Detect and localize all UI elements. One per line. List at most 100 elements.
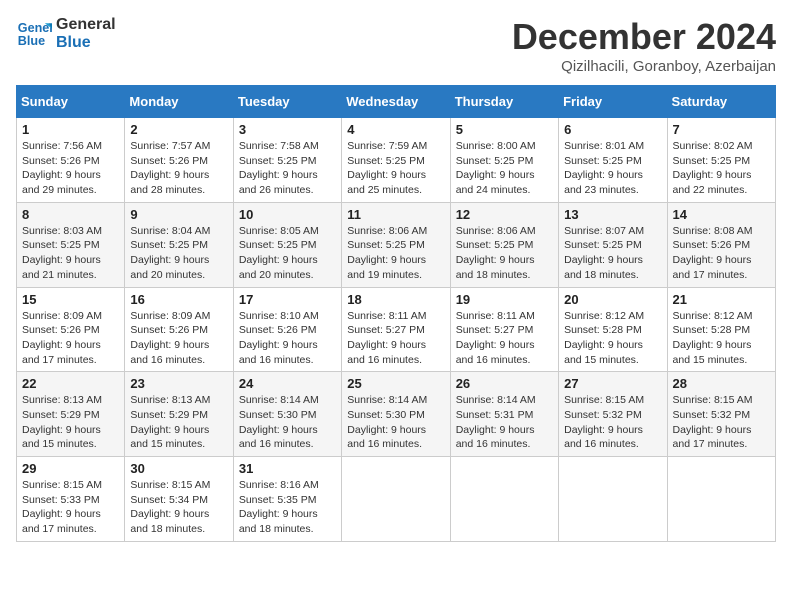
day-number: 12 [456, 207, 553, 222]
day-info: Sunrise: 8:10 AM Sunset: 5:26 PM Dayligh… [239, 309, 336, 368]
calendar-header-row: SundayMondayTuesdayWednesdayThursdayFrid… [17, 86, 776, 118]
day-info: Sunrise: 8:04 AM Sunset: 5:25 PM Dayligh… [130, 224, 227, 283]
day-number: 18 [347, 292, 444, 307]
day-cell: 30 Sunrise: 8:15 AM Sunset: 5:34 PM Dayl… [125, 457, 233, 542]
day-info: Sunrise: 8:14 AM Sunset: 5:31 PM Dayligh… [456, 393, 553, 452]
day-cell: 22 Sunrise: 8:13 AM Sunset: 5:29 PM Dayl… [17, 372, 125, 457]
day-cell: 4 Sunrise: 7:59 AM Sunset: 5:25 PM Dayli… [342, 118, 450, 203]
day-info: Sunrise: 8:06 AM Sunset: 5:25 PM Dayligh… [456, 224, 553, 283]
calendar-week-row: 29 Sunrise: 8:15 AM Sunset: 5:33 PM Dayl… [17, 457, 776, 542]
logo: General Blue General Blue [16, 16, 116, 52]
calendar-week-row: 1 Sunrise: 7:56 AM Sunset: 5:26 PM Dayli… [17, 118, 776, 203]
day-info: Sunrise: 8:16 AM Sunset: 5:35 PM Dayligh… [239, 478, 336, 537]
day-number: 1 [22, 122, 119, 137]
day-cell: 23 Sunrise: 8:13 AM Sunset: 5:29 PM Dayl… [125, 372, 233, 457]
day-info: Sunrise: 8:12 AM Sunset: 5:28 PM Dayligh… [564, 309, 661, 368]
day-info: Sunrise: 8:14 AM Sunset: 5:30 PM Dayligh… [239, 393, 336, 452]
empty-cell [450, 457, 558, 542]
day-cell: 9 Sunrise: 8:04 AM Sunset: 5:25 PM Dayli… [125, 202, 233, 287]
day-cell: 18 Sunrise: 8:11 AM Sunset: 5:27 PM Dayl… [342, 287, 450, 372]
day-header-saturday: Saturday [667, 86, 775, 118]
day-header-monday: Monday [125, 86, 233, 118]
day-info: Sunrise: 8:14 AM Sunset: 5:30 PM Dayligh… [347, 393, 444, 452]
day-header-wednesday: Wednesday [342, 86, 450, 118]
day-number: 15 [22, 292, 119, 307]
day-header-thursday: Thursday [450, 86, 558, 118]
day-cell: 1 Sunrise: 7:56 AM Sunset: 5:26 PM Dayli… [17, 118, 125, 203]
day-info: Sunrise: 8:15 AM Sunset: 5:32 PM Dayligh… [673, 393, 770, 452]
day-header-tuesday: Tuesday [233, 86, 341, 118]
day-info: Sunrise: 7:59 AM Sunset: 5:25 PM Dayligh… [347, 139, 444, 198]
day-info: Sunrise: 8:02 AM Sunset: 5:25 PM Dayligh… [673, 139, 770, 198]
day-number: 25 [347, 376, 444, 391]
calendar-week-row: 22 Sunrise: 8:13 AM Sunset: 5:29 PM Dayl… [17, 372, 776, 457]
day-number: 8 [22, 207, 119, 222]
day-info: Sunrise: 7:56 AM Sunset: 5:26 PM Dayligh… [22, 139, 119, 198]
day-number: 26 [456, 376, 553, 391]
day-number: 28 [673, 376, 770, 391]
day-number: 10 [239, 207, 336, 222]
day-number: 23 [130, 376, 227, 391]
day-info: Sunrise: 8:05 AM Sunset: 5:25 PM Dayligh… [239, 224, 336, 283]
day-number: 4 [347, 122, 444, 137]
day-number: 31 [239, 461, 336, 476]
day-number: 5 [456, 122, 553, 137]
day-number: 17 [239, 292, 336, 307]
empty-cell [342, 457, 450, 542]
day-header-friday: Friday [559, 86, 667, 118]
day-info: Sunrise: 8:15 AM Sunset: 5:32 PM Dayligh… [564, 393, 661, 452]
day-header-sunday: Sunday [17, 86, 125, 118]
day-info: Sunrise: 8:09 AM Sunset: 5:26 PM Dayligh… [130, 309, 227, 368]
day-cell: 25 Sunrise: 8:14 AM Sunset: 5:30 PM Dayl… [342, 372, 450, 457]
day-info: Sunrise: 8:08 AM Sunset: 5:26 PM Dayligh… [673, 224, 770, 283]
day-number: 2 [130, 122, 227, 137]
day-cell: 15 Sunrise: 8:09 AM Sunset: 5:26 PM Dayl… [17, 287, 125, 372]
day-info: Sunrise: 8:00 AM Sunset: 5:25 PM Dayligh… [456, 139, 553, 198]
day-info: Sunrise: 7:58 AM Sunset: 5:25 PM Dayligh… [239, 139, 336, 198]
day-cell: 6 Sunrise: 8:01 AM Sunset: 5:25 PM Dayli… [559, 118, 667, 203]
day-info: Sunrise: 8:09 AM Sunset: 5:26 PM Dayligh… [22, 309, 119, 368]
calendar-week-row: 8 Sunrise: 8:03 AM Sunset: 5:25 PM Dayli… [17, 202, 776, 287]
day-info: Sunrise: 8:11 AM Sunset: 5:27 PM Dayligh… [456, 309, 553, 368]
day-cell: 20 Sunrise: 8:12 AM Sunset: 5:28 PM Dayl… [559, 287, 667, 372]
logo-icon: General Blue [16, 16, 52, 52]
day-info: Sunrise: 8:03 AM Sunset: 5:25 PM Dayligh… [22, 224, 119, 283]
day-cell: 16 Sunrise: 8:09 AM Sunset: 5:26 PM Dayl… [125, 287, 233, 372]
logo-general: General [56, 16, 116, 34]
day-number: 9 [130, 207, 227, 222]
empty-cell [667, 457, 775, 542]
day-number: 27 [564, 376, 661, 391]
day-cell: 24 Sunrise: 8:14 AM Sunset: 5:30 PM Dayl… [233, 372, 341, 457]
calendar-table: SundayMondayTuesdayWednesdayThursdayFrid… [16, 85, 776, 542]
day-info: Sunrise: 8:13 AM Sunset: 5:29 PM Dayligh… [22, 393, 119, 452]
day-cell: 27 Sunrise: 8:15 AM Sunset: 5:32 PM Dayl… [559, 372, 667, 457]
day-cell: 2 Sunrise: 7:57 AM Sunset: 5:26 PM Dayli… [125, 118, 233, 203]
day-info: Sunrise: 8:12 AM Sunset: 5:28 PM Dayligh… [673, 309, 770, 368]
day-cell: 11 Sunrise: 8:06 AM Sunset: 5:25 PM Dayl… [342, 202, 450, 287]
day-info: Sunrise: 8:15 AM Sunset: 5:33 PM Dayligh… [22, 478, 119, 537]
day-number: 11 [347, 207, 444, 222]
day-number: 19 [456, 292, 553, 307]
day-cell: 7 Sunrise: 8:02 AM Sunset: 5:25 PM Dayli… [667, 118, 775, 203]
day-cell: 19 Sunrise: 8:11 AM Sunset: 5:27 PM Dayl… [450, 287, 558, 372]
day-cell: 26 Sunrise: 8:14 AM Sunset: 5:31 PM Dayl… [450, 372, 558, 457]
day-number: 14 [673, 207, 770, 222]
location-subtitle: Qizilhacili, Goranboy, Azerbaijan [512, 58, 776, 75]
day-info: Sunrise: 8:15 AM Sunset: 5:34 PM Dayligh… [130, 478, 227, 537]
day-number: 16 [130, 292, 227, 307]
day-info: Sunrise: 8:11 AM Sunset: 5:27 PM Dayligh… [347, 309, 444, 368]
day-info: Sunrise: 7:57 AM Sunset: 5:26 PM Dayligh… [130, 139, 227, 198]
day-number: 22 [22, 376, 119, 391]
day-cell: 5 Sunrise: 8:00 AM Sunset: 5:25 PM Dayli… [450, 118, 558, 203]
day-number: 7 [673, 122, 770, 137]
day-cell: 14 Sunrise: 8:08 AM Sunset: 5:26 PM Dayl… [667, 202, 775, 287]
day-number: 6 [564, 122, 661, 137]
day-number: 13 [564, 207, 661, 222]
logo-blue: Blue [56, 34, 116, 52]
day-cell: 28 Sunrise: 8:15 AM Sunset: 5:32 PM Dayl… [667, 372, 775, 457]
day-cell: 8 Sunrise: 8:03 AM Sunset: 5:25 PM Dayli… [17, 202, 125, 287]
day-cell: 31 Sunrise: 8:16 AM Sunset: 5:35 PM Dayl… [233, 457, 341, 542]
calendar-week-row: 15 Sunrise: 8:09 AM Sunset: 5:26 PM Dayl… [17, 287, 776, 372]
day-cell: 3 Sunrise: 7:58 AM Sunset: 5:25 PM Dayli… [233, 118, 341, 203]
day-cell: 12 Sunrise: 8:06 AM Sunset: 5:25 PM Dayl… [450, 202, 558, 287]
